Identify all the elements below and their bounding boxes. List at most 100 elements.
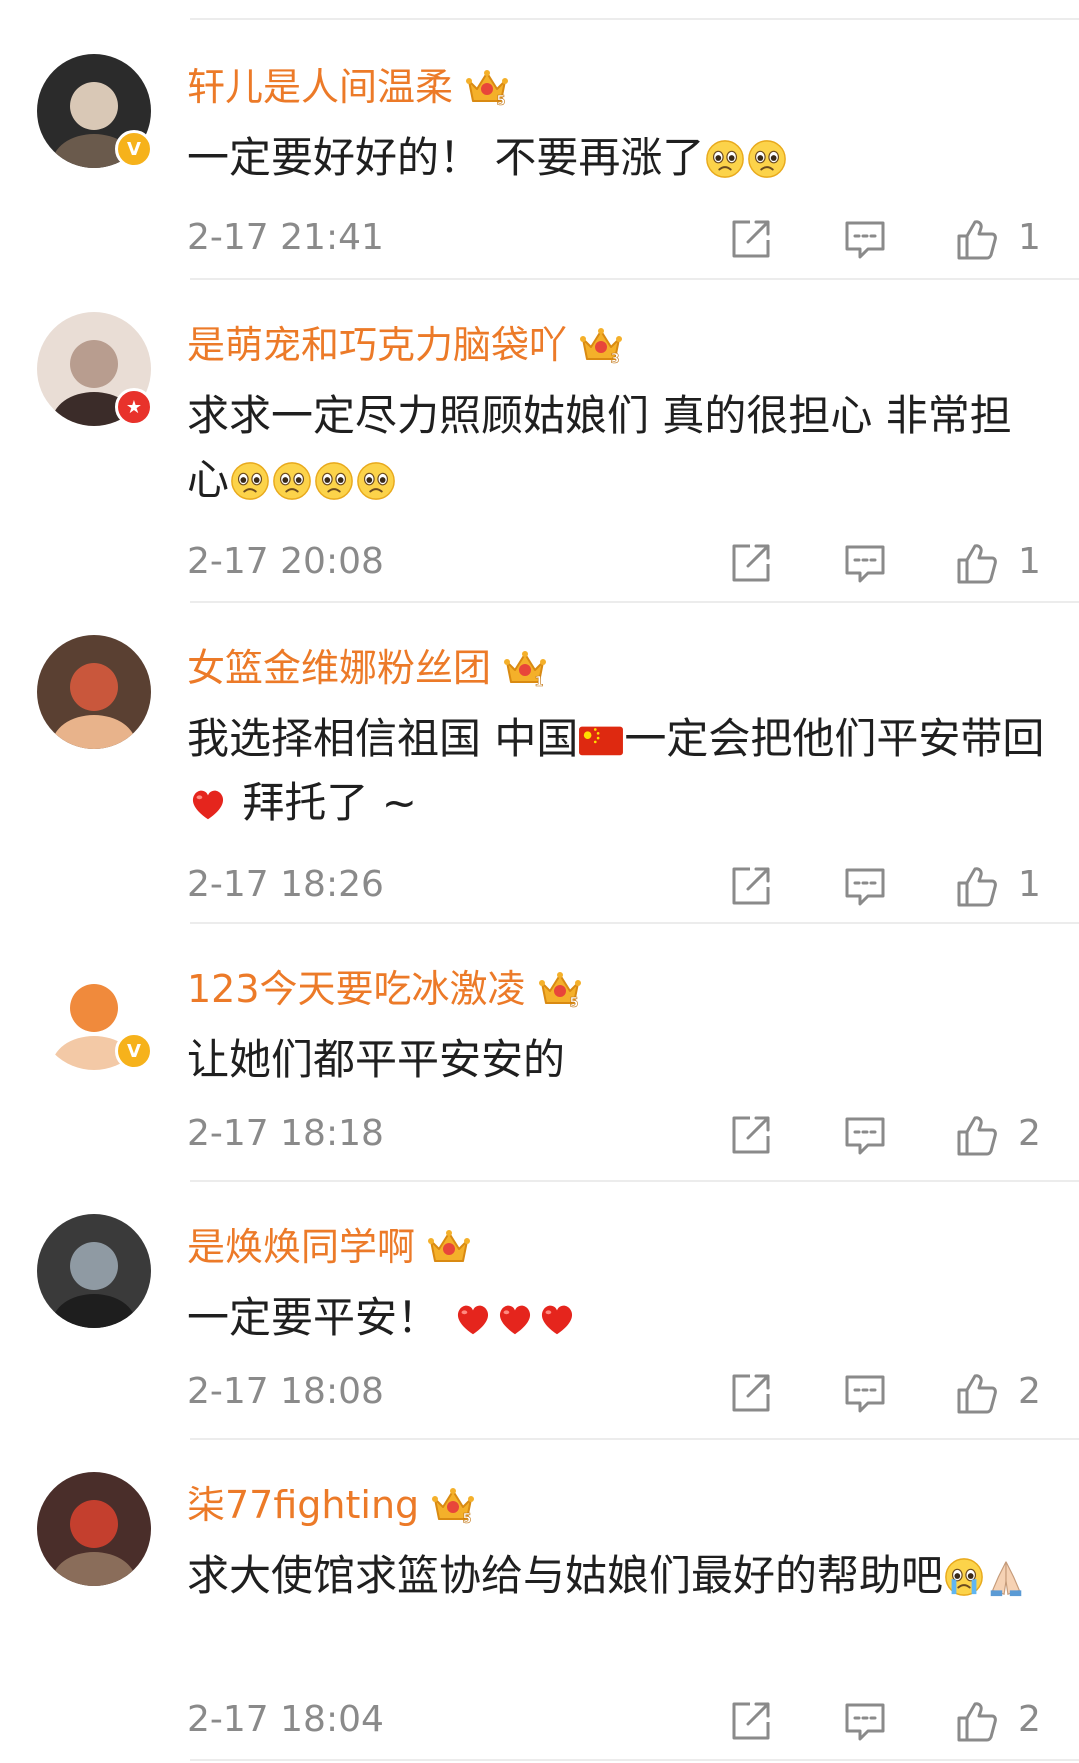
- repost-icon[interactable]: [728, 216, 774, 262]
- comment-text: 一定要平安！: [187, 1286, 1047, 1350]
- like-icon[interactable]: [954, 1112, 1000, 1158]
- comment-text-segment: 让她们都平平安安的: [187, 1035, 566, 1084]
- svg-text:1: 1: [534, 675, 543, 690]
- comment-icon[interactable]: [842, 1112, 888, 1158]
- crying-face-emoji: [945, 1558, 983, 1596]
- timestamp: 2-17 21:41: [187, 217, 384, 258]
- comment-text: 让她们都平平安安的: [187, 1028, 1047, 1092]
- comment-item: V 轩儿是人间温柔 5 一定要好好的！ 不要再涨了 2-17 21:41 1: [0, 22, 1079, 280]
- repost-icon[interactable]: [728, 863, 774, 909]
- sad-face-emoji: [748, 140, 787, 178]
- like-count: 2: [1018, 1113, 1041, 1154]
- username-row: 是萌宠和巧克力脑袋吖 3: [187, 318, 623, 372]
- top-divider: [190, 18, 1079, 20]
- username-row: 是焕焕同学啊: [187, 1220, 471, 1274]
- timestamp: 2-17 18:08: [187, 1371, 384, 1412]
- comment-icon[interactable]: [842, 540, 888, 586]
- verified-badge-icon: V: [115, 130, 153, 168]
- comment-meta: 2-17 18:04 2: [0, 1690, 1079, 1750]
- avatar[interactable]: ★: [37, 312, 153, 426]
- avatar[interactable]: [37, 1214, 151, 1328]
- avatar-image: [37, 1472, 151, 1586]
- comment-text-segment: 求大使馆求篮协给与姑娘们最好的帮助吧: [187, 1551, 944, 1600]
- svg-text:5: 5: [569, 996, 578, 1011]
- username[interactable]: 123今天要吃冰激凌: [187, 962, 526, 1016]
- like-icon[interactable]: [954, 540, 1000, 586]
- crown-icon: 5: [466, 70, 509, 109]
- timestamp: 2-17 18:26: [187, 864, 384, 905]
- comment-text: 我选择相信祖国 中国 一定会把他们平安带回 拜托了 ~: [187, 707, 1047, 835]
- verified-badge-icon: V: [115, 1032, 153, 1070]
- crown-icon: 5: [432, 1488, 475, 1527]
- sad-face-emoji: [357, 462, 395, 500]
- red-heart-emoji: [542, 1305, 573, 1335]
- red-heart-emoji: [192, 790, 224, 820]
- avatar[interactable]: V: [37, 54, 153, 168]
- username[interactable]: 女篮金维娜粉丝团: [187, 641, 491, 695]
- sad-face-emoji: [273, 462, 311, 500]
- timestamp: 2-17 18:04: [187, 1699, 384, 1740]
- comment-meta: 2-17 18:08 2: [0, 1362, 1079, 1422]
- comment-text-segment: 我选择相信祖国 中国: [187, 714, 579, 763]
- svg-text:5: 5: [463, 1512, 472, 1527]
- comment-text-segment: 一定要好好的！ 不要再涨了: [187, 133, 705, 182]
- comment-text-segment: 一定要平安！: [187, 1293, 453, 1342]
- like-count: 2: [1018, 1699, 1041, 1740]
- like-icon[interactable]: [954, 1370, 1000, 1416]
- avatar[interactable]: [37, 635, 151, 749]
- comment-text: 求求一定尽力照顾姑娘们 真的很担心 非常担心: [187, 384, 1047, 512]
- comment-text-segment: 一定会把他们平安带回: [624, 714, 1045, 763]
- red-heart-emoji: [458, 1305, 489, 1335]
- username-row: 轩儿是人间温柔 5: [187, 60, 509, 114]
- crown-icon: 5: [538, 972, 581, 1011]
- username-row: 123今天要吃冰激凌 5: [187, 962, 582, 1016]
- like-count: 2: [1018, 1371, 1041, 1412]
- comment-text: 求大使馆求篮协给与姑娘们最好的帮助吧: [187, 1544, 1047, 1608]
- comment-icon[interactable]: [842, 863, 888, 909]
- comment-icon[interactable]: [842, 1698, 888, 1744]
- comment-meta: 2-17 21:41 1: [0, 208, 1079, 268]
- svg-text:3: 3: [610, 352, 619, 367]
- crown-icon: [428, 1230, 471, 1262]
- red-heart-emoji: [500, 1305, 531, 1335]
- repost-icon[interactable]: [728, 1698, 774, 1744]
- username[interactable]: 是萌宠和巧克力脑袋吖: [187, 318, 567, 372]
- comment-item: ★ 是萌宠和巧克力脑袋吖 3 求求一定尽力照顾姑娘们 真的很担心 非常担心 2-17 2…: [0, 280, 1079, 603]
- like-icon[interactable]: [954, 1698, 1000, 1744]
- comment-icon[interactable]: [842, 1370, 888, 1416]
- praying-hands-emoji: [990, 1561, 1022, 1597]
- comment-item: 是焕焕同学啊一定要平安！ 2-17 18:08 2: [0, 1182, 1079, 1440]
- repost-icon[interactable]: [728, 1112, 774, 1158]
- like-count: 1: [1018, 217, 1041, 258]
- comment-text-segment: 拜托了 ~: [229, 778, 417, 827]
- username[interactable]: 轩儿是人间温柔: [187, 60, 453, 114]
- china-flag-emoji: [579, 726, 624, 756]
- timestamp: 2-17 20:08: [187, 541, 384, 582]
- comment-text: 一定要好好的！ 不要再涨了: [187, 126, 1047, 190]
- comment-divider: [190, 1759, 1079, 1761]
- avatar[interactable]: [37, 1472, 151, 1586]
- avatar-image: [37, 635, 151, 749]
- like-icon[interactable]: [954, 216, 1000, 262]
- crown-icon: 3: [580, 328, 623, 367]
- comment-meta: 2-17 18:18 2: [0, 1104, 1079, 1164]
- star-badge-icon: ★: [115, 388, 153, 426]
- like-count: 1: [1018, 864, 1041, 905]
- comment-meta: 2-17 18:26 1: [0, 855, 1079, 915]
- avatar[interactable]: V: [37, 956, 153, 1070]
- svg-text:5: 5: [496, 94, 505, 109]
- like-icon[interactable]: [954, 863, 1000, 909]
- repost-icon[interactable]: [728, 1370, 774, 1416]
- sad-face-emoji: [231, 462, 269, 500]
- username-row: 女篮金维娜粉丝团 1: [187, 641, 547, 695]
- crown-icon: 1: [504, 651, 547, 690]
- comment-icon[interactable]: [842, 216, 888, 262]
- comment-item: 柒77fighting 5 求大使馆求篮协给与姑娘们最好的帮助吧 2-17 18:04…: [0, 1440, 1079, 1761]
- username[interactable]: 是焕焕同学啊: [187, 1220, 415, 1274]
- repost-icon[interactable]: [728, 540, 774, 586]
- sad-face-emoji: [706, 140, 745, 178]
- username[interactable]: 柒77fighting: [187, 1478, 419, 1532]
- avatar-image: [37, 1214, 151, 1328]
- sad-face-emoji: [315, 462, 353, 500]
- comment-item: V 123今天要吃冰激凌 5 让她们都平平安安的 2-17 18:18 2: [0, 924, 1079, 1182]
